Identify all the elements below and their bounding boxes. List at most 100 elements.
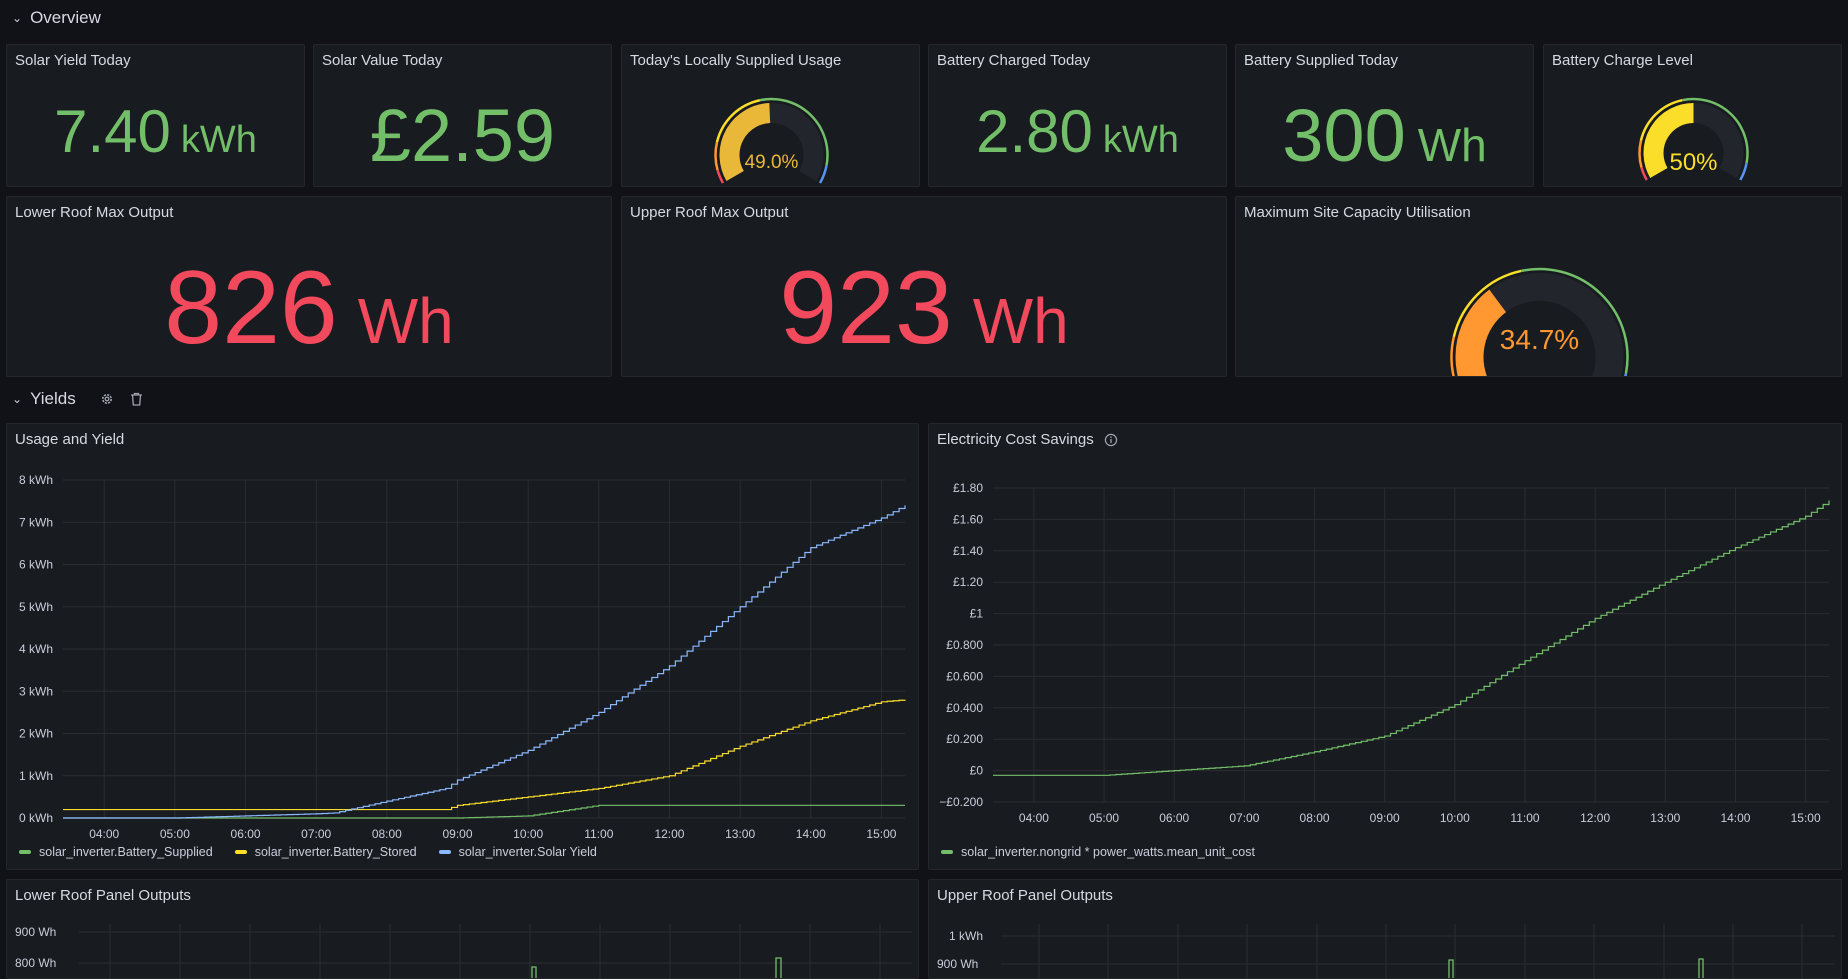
legend-label: solar_inverter.nongrid * power_watts.mea… [961, 845, 1255, 859]
chevron-down-icon[interactable]: ⌄ [12, 11, 22, 25]
gauge-site-capacity: 34.7% [1450, 267, 1629, 376]
series-line[interactable] [63, 505, 906, 819]
y-tick-label: 7 kWh [19, 515, 53, 529]
legend-item[interactable]: solar_inverter.nongrid * power_watts.mea… [941, 845, 1255, 859]
chart-legend: solar_inverter.Battery_Supplied solar_in… [19, 845, 597, 859]
gauge-threshold-segment [1638, 140, 1643, 168]
panel-title: Upper Roof Max Output [630, 204, 789, 221]
y-tick-label: £1.20 [953, 575, 983, 589]
x-tick-label: 05:00 [1089, 811, 1119, 825]
gauge-value: 49.0% [745, 152, 799, 173]
legend-item[interactable]: solar_inverter.Battery_Supplied [19, 845, 213, 859]
stat-unit: Wh [1417, 119, 1487, 171]
x-tick-label: 12:00 [1580, 811, 1610, 825]
legend-label: solar_inverter.Battery_Supplied [39, 845, 213, 859]
stat-value: 923 [779, 250, 953, 366]
x-tick-label: 11:00 [1510, 811, 1539, 825]
x-tick-label: 05:00 [160, 827, 190, 841]
y-tick-label: 4 kWh [19, 642, 53, 656]
y-tick-label: £1.80 [953, 481, 983, 495]
overview-row-title: Overview [30, 8, 101, 27]
y-tick-label: £0.200 [946, 732, 983, 746]
x-tick-label: 07:00 [301, 827, 331, 841]
chart-grid [63, 479, 905, 819]
chevron-down-icon[interactable]: ⌄ [12, 392, 22, 406]
x-tick-label: 14:00 [796, 827, 826, 841]
panel-battery-supplied[interactable]: Battery Supplied Today 300 Wh [1235, 44, 1534, 187]
y-tick-label: 1 kWh [19, 769, 53, 783]
lower-roof-outputs-chart[interactable]: 900 Wh 800 Wh [7, 880, 919, 979]
legend-item[interactable]: solar_inverter.Solar Yield [438, 845, 597, 859]
gauge-threshold-segment [1640, 167, 1648, 181]
stat-unit: Wh [972, 285, 1069, 357]
x-tick-label: 13:00 [725, 827, 755, 841]
series-line[interactable] [63, 699, 906, 811]
panel-title: Battery Charged Today [937, 52, 1091, 69]
y-tick-label: 6 kWh [19, 558, 53, 572]
panel-lower-roof-outputs[interactable]: Lower Roof Panel Outputs 900 Wh 800 Wh [6, 879, 919, 979]
x-tick-label: 10:00 [1440, 811, 1470, 825]
x-tick-label: 12:00 [654, 827, 684, 841]
y-tick-label: £0 [970, 764, 984, 778]
trash-icon[interactable] [128, 390, 146, 408]
panel-upper-roof-outputs[interactable]: Upper Roof Panel Outputs 1 kWh 900 Wh [928, 879, 1842, 979]
usage-yield-chart[interactable]: 0 kWh 1 kWh 2 kWh 3 kWh 4 kWh 5 kWh 6 kWh 7 kWh… [7, 424, 919, 870]
y-tick-label: £0.800 [946, 638, 983, 652]
y-tick-label: −£0.200 [939, 795, 983, 809]
panel-lower-roof-max[interactable]: Lower Roof Max Output 826 Wh [6, 196, 612, 377]
y-tick-label: 900 Wh [937, 957, 978, 971]
chart-grid [993, 487, 1829, 803]
stat-unit: kWh [1102, 119, 1179, 161]
gauge-locally-supplied: 49.0% [714, 97, 829, 184]
x-tick-label: 15:00 [866, 827, 896, 841]
gauge-value: 34.7% [1500, 324, 1579, 355]
stat-value: 7.40 [54, 98, 171, 165]
x-tick-label: 07:00 [1229, 811, 1259, 825]
y-tick-label: £1.60 [953, 512, 983, 526]
x-tick-label: 08:00 [1300, 811, 1330, 825]
y-tick-label: 2 kWh [19, 727, 53, 741]
panel-solar-value[interactable]: Solar Value Today £2.59 [313, 44, 612, 187]
yields-row-header[interactable]: ⌄ Yields [12, 389, 146, 409]
upper-roof-outputs-chart[interactable]: 1 kWh 900 Wh [929, 880, 1842, 979]
y-tick-label: £1 [970, 607, 984, 621]
stat-unit: Wh [357, 285, 454, 357]
series-line[interactable] [993, 500, 1830, 776]
gauge-threshold-segment [716, 169, 725, 184]
gear-icon[interactable] [98, 390, 116, 408]
panel-solar-yield[interactable]: Solar Yield Today 7.40 kWh [6, 44, 305, 187]
stat-value: 2.80 [976, 98, 1093, 165]
panel-title: Solar Yield Today [15, 52, 131, 69]
gauge-battery-level: 50% [1638, 97, 1749, 181]
x-tick-label: 06:00 [1159, 811, 1189, 825]
panel-cost-savings[interactable]: Electricity Cost Savings −£0.200 £0 £0.200… [928, 423, 1842, 870]
panel-locally-supplied[interactable]: Today's Locally Supplied Usage 49.0% [621, 44, 920, 187]
overview-row-header[interactable]: ⌄ Overview [12, 8, 101, 28]
gauge-threshold-segment [1450, 336, 1456, 376]
panel-usage-yield[interactable]: Usage and Yield 0 kWh 1 kWh 2 kWh 3 kWh 4 kW… [6, 423, 919, 870]
panel-battery-level[interactable]: Battery Charge Level 50% [1543, 44, 1842, 187]
series-line[interactable] [63, 804, 905, 819]
x-tick-label: 08:00 [372, 827, 402, 841]
cost-savings-chart[interactable]: −£0.200 £0 £0.200 £0.400 £0.600 £0.800 £1 £1.20… [929, 424, 1842, 870]
panel-battery-charged[interactable]: Battery Charged Today 2.80 kWh [928, 44, 1227, 187]
y-tick-label: 900 Wh [15, 925, 56, 939]
panel-site-capacity[interactable]: Maximum Site Capacity Utilisation 34.7% [1235, 196, 1842, 377]
y-tick-label: 1 kWh [949, 929, 983, 943]
panel-upper-roof-max[interactable]: Upper Roof Max Output 923 Wh [621, 196, 1227, 377]
stat-value: 826 [164, 250, 338, 366]
legend-item[interactable]: solar_inverter.Battery_Stored [234, 845, 417, 859]
x-tick-label: 06:00 [231, 827, 261, 841]
y-tick-label: 0 kWh [19, 811, 53, 825]
x-tick-label: 09:00 [442, 827, 472, 841]
stat-value: 300 [1282, 94, 1406, 177]
y-tick-label: £0.400 [946, 701, 983, 715]
chart-legend: solar_inverter.nongrid * power_watts.mea… [941, 845, 1255, 859]
stat-value: £2.59 [369, 94, 556, 177]
y-tick-label: 3 kWh [19, 684, 53, 698]
x-tick-label: 15:00 [1791, 811, 1821, 825]
panel-title: Lower Roof Max Output [15, 204, 174, 221]
x-tick-label: 04:00 [1019, 811, 1049, 825]
legend-label: solar_inverter.Solar Yield [458, 845, 597, 859]
y-tick-label: 5 kWh [19, 600, 53, 614]
